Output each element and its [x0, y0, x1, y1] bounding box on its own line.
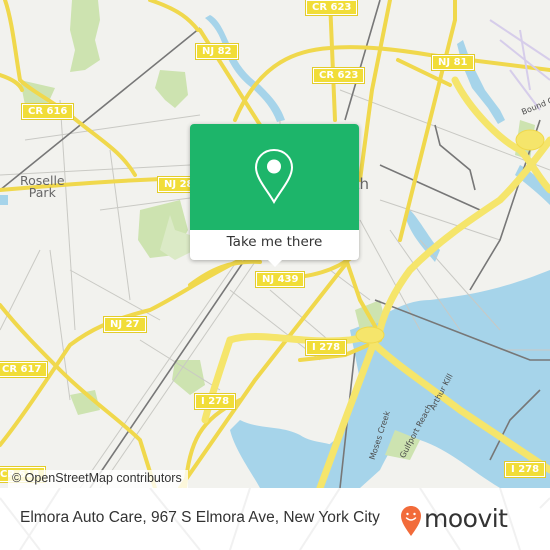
- route-shield-nj-27: NJ 27: [103, 316, 147, 333]
- route-shield-cr-623: CR 623: [304, 0, 359, 16]
- map[interactable]: CR 623 NJ 82 CR 623 NJ 81 CR 616 NJ 28 N…: [0, 0, 550, 488]
- take-me-there-button[interactable]: Take me there: [190, 231, 359, 253]
- moovit-wordmark: moovit: [424, 504, 508, 533]
- route-shield-cr-616: CR 616: [20, 103, 75, 120]
- moovit-smiley-pin-icon: [401, 506, 421, 536]
- osm-attribution[interactable]: © OpenStreetMap contributors: [8, 470, 188, 488]
- location-popup: Take me there: [190, 124, 359, 267]
- moovit-logo[interactable]: moovit: [400, 502, 540, 538]
- place-label-roselle-park: Roselle Park: [20, 173, 65, 200]
- route-shield-cr-617: CR 617: [0, 361, 49, 378]
- route-shield-nj-82: NJ 82: [195, 43, 239, 60]
- route-shield-nj-81: NJ 81: [431, 54, 475, 71]
- route-shield-nj-439: NJ 439: [254, 271, 306, 288]
- route-shield-i-278: I 278: [193, 393, 237, 410]
- map-pin-icon: [254, 148, 294, 204]
- footer: Elmora Auto Care, 967 S Elmora Ave, New …: [0, 488, 550, 550]
- route-shield-i-278: I 278: [503, 461, 547, 478]
- route-shield-i-278: I 278: [304, 339, 348, 356]
- route-shield-cr-623: CR 623: [311, 67, 366, 84]
- location-title: Elmora Auto Care, 967 S Elmora Ave, New …: [20, 509, 380, 526]
- popup-header: [190, 124, 359, 230]
- popup-pointer: [266, 258, 284, 267]
